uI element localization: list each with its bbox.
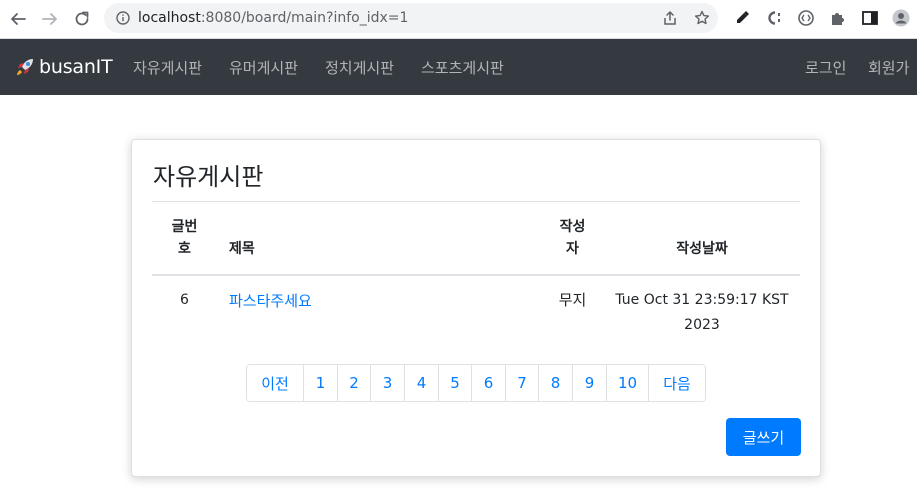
nav-login[interactable]: 로그인: [805, 57, 846, 78]
reload-icon: [75, 11, 89, 26]
forward-button[interactable]: [39, 8, 61, 30]
url-text[interactable]: localhost:8080/board/main?info_idx=1: [138, 10, 408, 26]
write-post-button[interactable]: 글쓰기: [726, 418, 801, 456]
column-header-author-line1: 작성: [559, 219, 586, 235]
page-next[interactable]: 다음: [649, 365, 705, 401]
star-icon[interactable]: [694, 10, 710, 26]
row-no: 6: [180, 292, 189, 308]
arrow-left-icon: [11, 13, 26, 25]
page-7[interactable]: 7: [506, 365, 539, 401]
extension-c-icon[interactable]: [765, 9, 783, 27]
column-header-no-line1: 글번: [171, 219, 198, 235]
page-1[interactable]: 1: [304, 365, 338, 401]
column-header-author-line2: 자: [566, 241, 579, 257]
page-6[interactable]: 6: [472, 365, 506, 401]
eyedropper-icon[interactable]: [733, 9, 751, 27]
page-4[interactable]: 4: [405, 365, 439, 401]
column-header-no-line2: 호: [178, 241, 191, 257]
rocket-icon: [17, 59, 33, 75]
url-path: :8080/board/main?info_idx=1: [200, 10, 409, 26]
page-5[interactable]: 5: [439, 365, 472, 401]
board-card: 자유게시판 글번 호 제목 작성 자 작성날짜 6 파스타주세요 무지 Tue …: [131, 139, 821, 477]
arrow-right-icon: [42, 13, 57, 25]
brand-link[interactable]: busanIT: [14, 55, 113, 79]
table-header-divider: [152, 274, 800, 276]
brand-name: busanIT: [39, 56, 113, 78]
row-date-line2: 2023: [684, 317, 720, 333]
info-icon[interactable]: [116, 11, 130, 25]
share-icon[interactable]: [662, 10, 678, 26]
nav-politics-board[interactable]: 정치게시판: [325, 57, 394, 78]
browser-toolbar: localhost:8080/board/main?info_idx=1: [0, 0, 917, 39]
page-prev[interactable]: 이전: [247, 365, 304, 401]
column-header-date: 작성날짜: [676, 241, 728, 257]
profile-avatar-icon[interactable]: [892, 9, 910, 27]
nav-signup[interactable]: 회원가: [868, 57, 909, 78]
pagination: 이전 1 2 3 4 5 6 7 8 9 10 다음: [246, 364, 706, 402]
extension-code-icon[interactable]: [797, 9, 815, 27]
nav-free-board[interactable]: 자유게시판: [133, 57, 202, 78]
page-3[interactable]: 3: [371, 365, 405, 401]
reload-button[interactable]: [71, 8, 93, 30]
page-2[interactable]: 2: [338, 365, 371, 401]
row-date: Tue Oct 31 23:59:17 KST 2023: [612, 288, 792, 338]
post-subject-link[interactable]: 파스타주세요: [229, 290, 312, 311]
nav-humor-board[interactable]: 유머게시판: [229, 57, 298, 78]
url-host: localhost: [138, 10, 201, 26]
address-bar[interactable]: localhost:8080/board/main?info_idx=1: [104, 3, 718, 33]
puzzle-icon[interactable]: [829, 9, 847, 27]
side-panel-icon[interactable]: [861, 9, 879, 27]
column-header-subject: 제목: [229, 241, 255, 257]
board-title: 자유게시판: [153, 163, 264, 191]
back-button[interactable]: [7, 8, 29, 30]
title-divider: [152, 201, 800, 202]
column-header-author: 작성 자: [550, 216, 595, 260]
row-author: 무지: [558, 291, 587, 309]
row-date-line1: Tue Oct 31 23:59:17 KST: [615, 292, 789, 308]
page-10[interactable]: 10: [607, 365, 649, 401]
nav-sports-board[interactable]: 스포츠게시판: [421, 57, 504, 78]
page-8[interactable]: 8: [539, 365, 573, 401]
top-navbar: busanIT 자유게시판 유머게시판 정치게시판 스포츠게시판 로그인 회원가: [0, 39, 917, 95]
column-header-no: 글번 호: [162, 216, 207, 260]
page-9[interactable]: 9: [573, 365, 607, 401]
